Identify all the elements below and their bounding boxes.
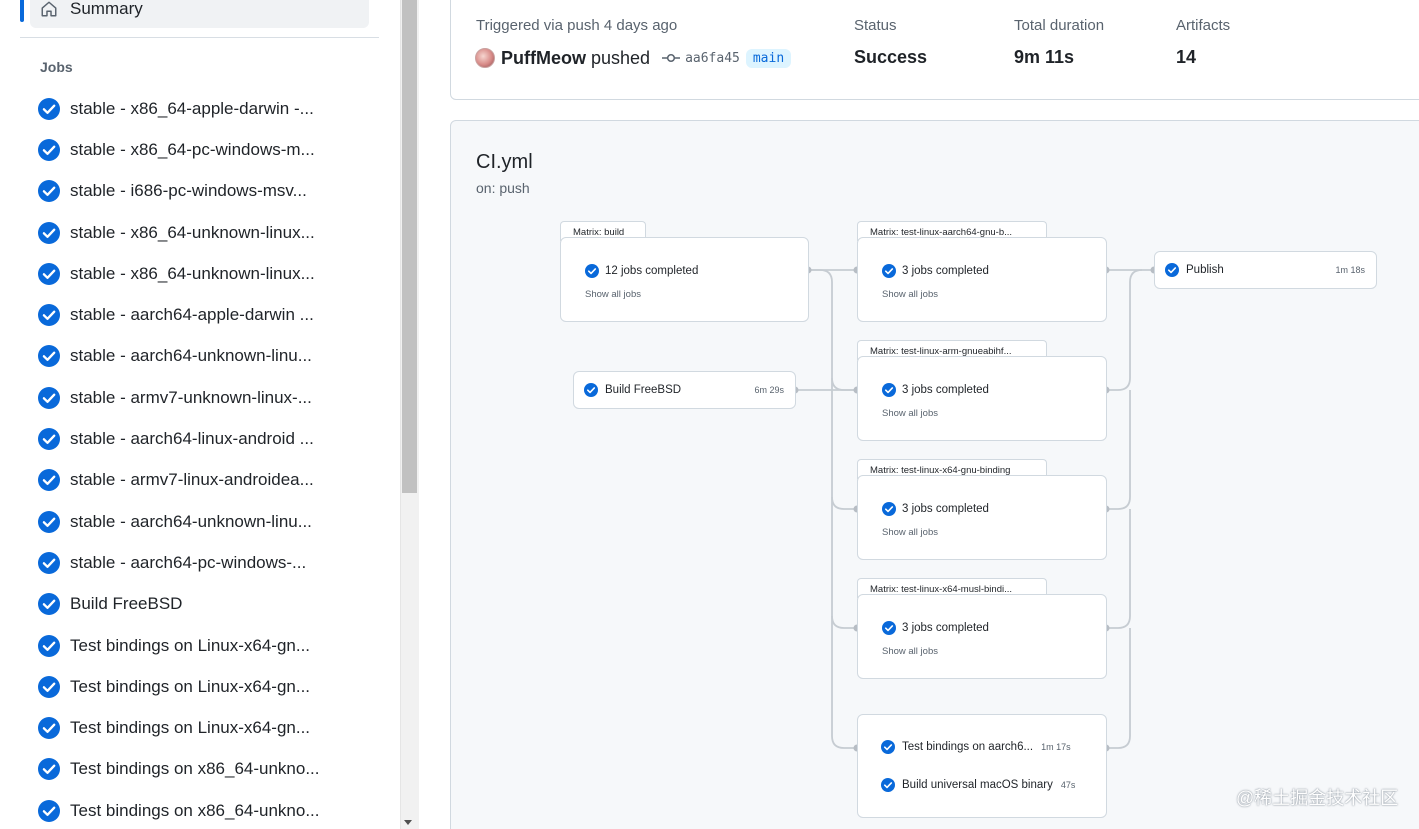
matrix-build-box[interactable]: 12 jobs completed Show all jobs <box>560 237 809 322</box>
check-circle-icon <box>882 383 896 397</box>
check-circle-icon <box>882 502 896 516</box>
matrix-aarch64-status: 3 jobs completed <box>882 264 989 278</box>
matrix-x64-gnu-box[interactable]: 3 jobs completed Show all jobs <box>857 475 1107 560</box>
matrix-x64-musl-status: 3 jobs completed <box>882 621 989 635</box>
job-name: Build FreeBSD <box>605 384 682 396</box>
matrix-arm-box[interactable]: 3 jobs completed Show all jobs <box>857 356 1107 441</box>
check-circle-icon <box>882 264 896 278</box>
watermark: @稀土掘金技术社区 <box>1236 788 1399 808</box>
job-duration: 47s <box>1060 780 1076 790</box>
workflow-connectors <box>791 266 1158 752</box>
matrix-build-status: 12 jobs completed <box>585 264 698 278</box>
check-circle-icon <box>584 383 598 397</box>
show-all-jobs-link[interactable]: Show all jobs <box>882 408 938 419</box>
job-name: Publish <box>1186 264 1224 276</box>
matrix-status-text: 3 jobs completed <box>902 503 989 515</box>
matrix-status-text: 3 jobs completed <box>902 384 989 396</box>
job-duration: 1m 18s <box>1335 265 1365 275</box>
job-test-aarch6[interactable]: Test bindings on aarch6... 1m 17s <box>881 740 1071 754</box>
job-name: Test bindings on aarch6... <box>902 741 1034 753</box>
check-circle-icon <box>882 621 896 635</box>
show-all-jobs-link[interactable]: Show all jobs <box>585 289 641 300</box>
check-circle-icon <box>881 778 895 792</box>
matrix-arm-status: 3 jobs completed <box>882 383 989 397</box>
matrix-build-status-text: 12 jobs completed <box>605 265 699 277</box>
check-circle-icon <box>585 264 599 278</box>
job-publish[interactable]: Publish 1m 18s <box>1154 251 1377 289</box>
matrix-x64-gnu-status: 3 jobs completed <box>882 502 989 516</box>
job-duration: 6m 29s <box>754 385 784 395</box>
matrix-aarch64-box[interactable]: 3 jobs completed Show all jobs <box>857 237 1107 322</box>
check-circle-icon <box>1165 263 1179 277</box>
matrix-status-text: 3 jobs completed <box>902 265 989 277</box>
job-build-freebsd[interactable]: Build FreeBSD 6m 29s <box>573 371 796 409</box>
matrix-status-text: 3 jobs completed <box>902 622 989 634</box>
job-group-box <box>857 714 1107 818</box>
matrix-x64-musl-box[interactable]: 3 jobs completed Show all jobs <box>857 594 1107 679</box>
job-name: Build universal macOS binary <box>902 779 1053 791</box>
show-all-jobs-link[interactable]: Show all jobs <box>882 527 938 538</box>
check-circle-icon <box>881 740 895 754</box>
show-all-jobs-link[interactable]: Show all jobs <box>882 646 938 657</box>
job-duration: 1m 17s <box>1041 742 1071 752</box>
job-universal-macos[interactable]: Build universal macOS binary 47s <box>881 778 1075 792</box>
show-all-jobs-link[interactable]: Show all jobs <box>882 289 938 300</box>
